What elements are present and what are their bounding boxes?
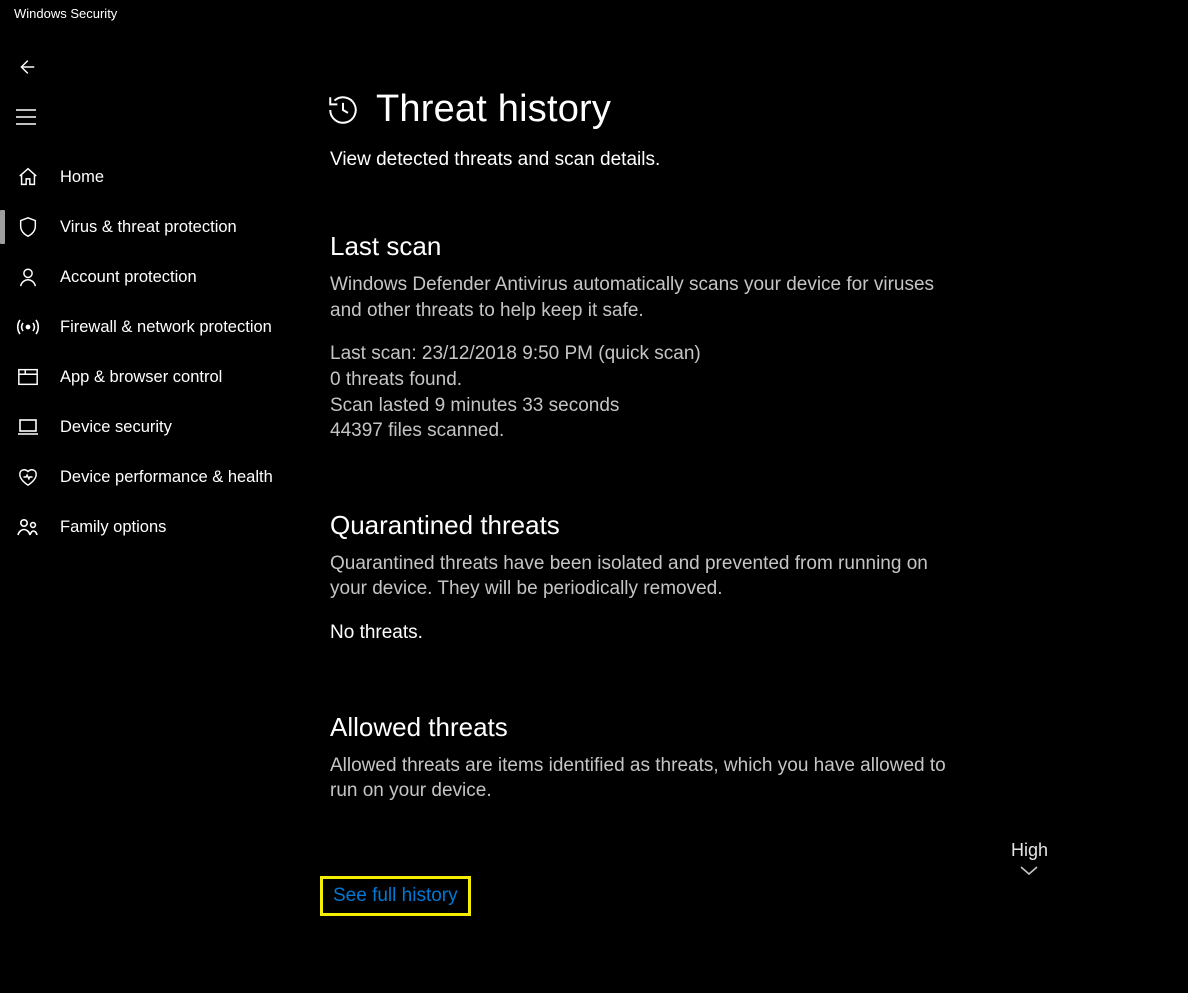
scan-detail-line: Scan lasted 9 minutes 33 seconds <box>330 393 950 419</box>
window-title: Windows Security <box>0 0 1188 32</box>
section-title: Allowed threats <box>330 712 950 743</box>
laptop-icon <box>16 415 40 439</box>
see-full-history-link[interactable]: See full history <box>333 885 458 907</box>
nav-item-label: Virus & threat protection <box>60 218 237 237</box>
home-icon <box>16 165 40 189</box>
section-allowed: Allowed threats Allowed threats are item… <box>330 712 950 804</box>
signal-icon <box>16 315 40 339</box>
nav-item-virus-threat[interactable]: Virus & threat protection <box>0 202 330 252</box>
nav-panel: Home Virus & threat protection Account p… <box>0 32 330 993</box>
severity-label: High <box>1011 840 1048 861</box>
severity-toggle[interactable]: High <box>1011 840 1048 877</box>
page-subtitle: View detected threats and scan details. <box>330 149 950 171</box>
nav-item-performance[interactable]: Device performance & health <box>0 452 330 502</box>
nav-item-home[interactable]: Home <box>0 152 330 202</box>
heart-icon <box>16 465 40 489</box>
people-icon <box>16 515 40 539</box>
hamburger-button[interactable] <box>2 96 50 138</box>
history-icon <box>326 93 360 127</box>
nav-item-label: Family options <box>60 518 166 537</box>
arrow-left-icon <box>15 56 37 78</box>
quarantine-status: No threats. <box>330 620 950 646</box>
highlight-box: See full history <box>320 876 471 916</box>
nav-item-firewall[interactable]: Firewall & network protection <box>0 302 330 352</box>
nav-item-label: Home <box>60 168 104 187</box>
nav-item-label: Device performance & health <box>60 468 273 487</box>
person-icon <box>16 265 40 289</box>
section-quarantined: Quarantined threats Quarantined threats … <box>330 510 950 646</box>
scan-detail-line: 0 threats found. <box>330 367 950 393</box>
nav-item-label: App & browser control <box>60 368 222 387</box>
nav-item-label: Firewall & network protection <box>60 318 272 337</box>
section-desc: Quarantined threats have been isolated a… <box>330 551 950 602</box>
nav-item-label: Account protection <box>60 268 197 287</box>
nav-item-label: Device security <box>60 418 172 437</box>
shield-icon <box>16 215 40 239</box>
nav-item-family[interactable]: Family options <box>0 502 330 552</box>
section-desc: Windows Defender Antivirus automatically… <box>330 272 950 323</box>
back-button[interactable] <box>2 46 50 88</box>
scan-detail-line: Last scan: 23/12/2018 9:50 PM (quick sca… <box>330 341 950 367</box>
app-shell: Home Virus & threat protection Account p… <box>0 32 1188 993</box>
section-title: Last scan <box>330 231 950 262</box>
chevron-down-icon <box>1011 865 1048 877</box>
hamburger-icon <box>16 109 36 125</box>
content-area: Threat history View detected threats and… <box>330 32 1188 993</box>
nav-item-device-security[interactable]: Device security <box>0 402 330 452</box>
scan-detail-line: 44397 files scanned. <box>330 418 950 444</box>
nav-item-app-browser[interactable]: App & browser control <box>0 352 330 402</box>
section-title: Quarantined threats <box>330 510 950 541</box>
nav-item-account[interactable]: Account protection <box>0 252 330 302</box>
page-title: Threat history <box>376 88 611 131</box>
window-icon <box>16 365 40 389</box>
section-desc: Allowed threats are items identified as … <box>330 753 950 804</box>
section-last-scan: Last scan Windows Defender Antivirus aut… <box>330 231 950 444</box>
